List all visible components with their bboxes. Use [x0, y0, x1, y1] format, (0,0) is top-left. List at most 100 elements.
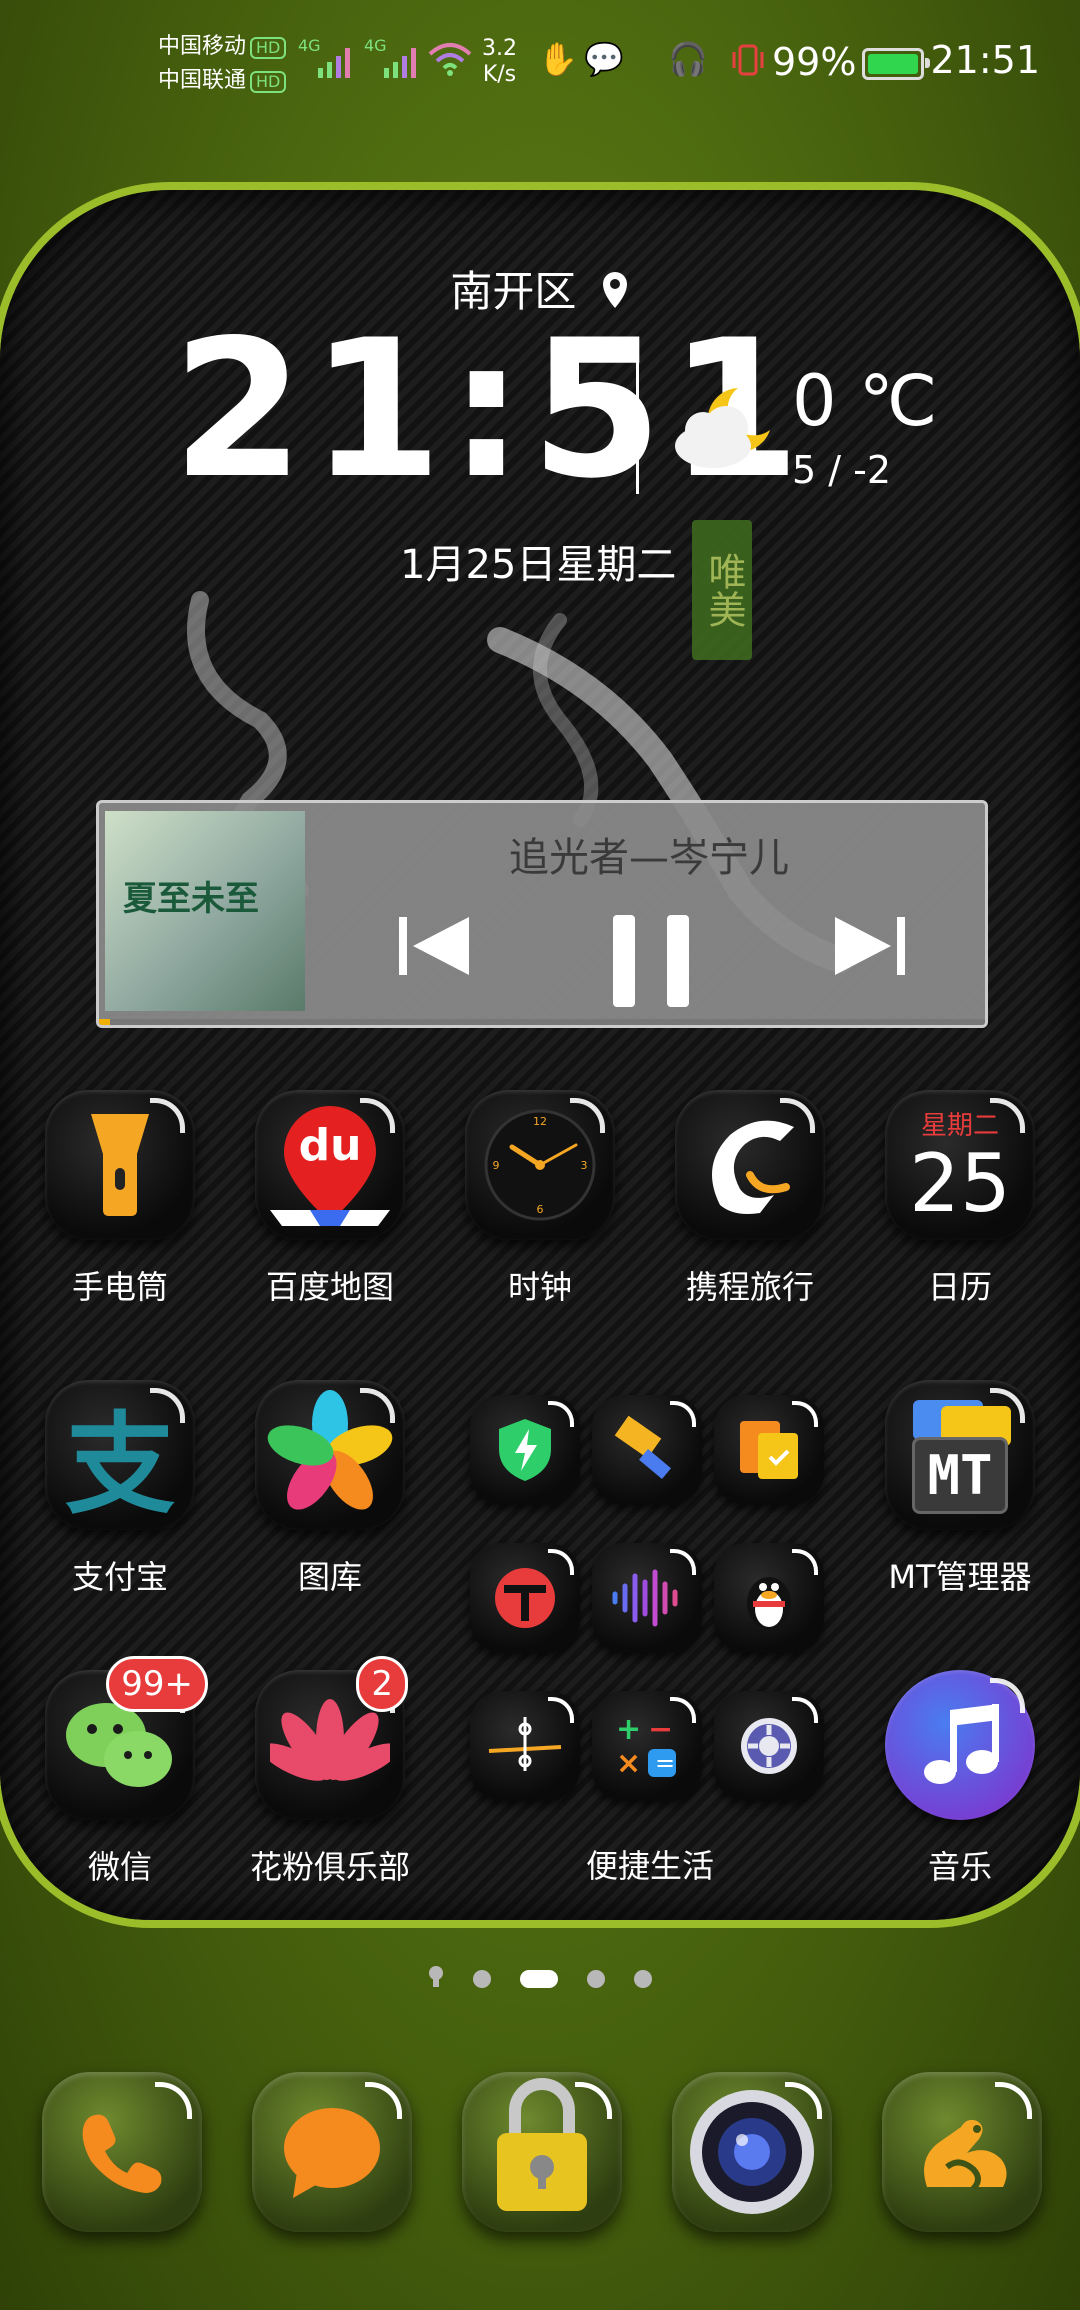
calendar-weekday: 星期二: [920, 1110, 999, 1141]
hd-badge-2: HD: [250, 71, 287, 93]
music-progress-fill: [99, 1019, 110, 1025]
partly-cloudy-night-icon: [675, 388, 770, 468]
calculator-icon: + − × =: [592, 1691, 702, 1801]
calendar-day: 25: [909, 1136, 1011, 1230]
settings-gear-icon: [714, 1691, 824, 1801]
previous-button[interactable]: [395, 911, 475, 994]
album-cover[interactable]: 夏至未至: [105, 811, 305, 1011]
cleaner-icon: [592, 1395, 702, 1505]
dock-messages[interactable]: [252, 2072, 412, 2232]
speed-value: 3.2: [482, 36, 517, 61]
page-dot[interactable]: [634, 1970, 653, 1988]
svg-text:−: −: [648, 1712, 673, 1747]
carrier-info: 中国移动 HD 中国联通 HD: [158, 30, 287, 98]
dock-camera[interactable]: [672, 2072, 832, 2232]
status-time: 21:51: [930, 38, 1040, 82]
app-label: 手电筒: [71, 1268, 168, 1306]
clock-icon: 12 3 6 9: [465, 1090, 615, 1240]
temperature-range: 5 / -2: [792, 448, 892, 492]
pause-button[interactable]: [607, 911, 697, 1024]
carrier-2: 中国联通: [158, 68, 247, 93]
widget-divider: [636, 338, 639, 494]
app-clock[interactable]: 12 3 6 9 时钟: [460, 1090, 620, 1308]
dock-phone[interactable]: [42, 2072, 202, 2232]
app-calendar[interactable]: 星期二 25 日历: [880, 1090, 1040, 1308]
battery-icon: [862, 48, 930, 80]
headphones-icon: 🎧: [668, 40, 708, 78]
dock-uc-browser[interactable]: [882, 2072, 1042, 2232]
app-label: 百度地图: [265, 1268, 394, 1306]
baidu-logo: du: [298, 1120, 362, 1171]
next-button[interactable]: [829, 911, 909, 994]
app-label: 日历: [927, 1268, 992, 1306]
svg-text:6: 6: [537, 1203, 544, 1216]
tencent-news-icon: [470, 1543, 580, 1653]
widget-date[interactable]: 1月25日星期二: [400, 532, 676, 590]
page-dot[interactable]: [472, 1970, 491, 1988]
signal-icon-2: [384, 44, 424, 82]
app-flashlight[interactable]: 手电筒: [40, 1090, 200, 1308]
alipay-icon: 支: [45, 1380, 195, 1530]
previous-icon: [399, 917, 469, 975]
hand-icon: ✋: [538, 40, 578, 78]
music-widget[interactable]: 夏至未至 追光者—岑宁儿: [96, 800, 988, 1028]
app-huafen[interactable]: 2 花粉俱乐部: [250, 1656, 410, 1888]
page-dot[interactable]: [587, 1970, 606, 1988]
app-baidu-map[interactable]: du 百度地图: [250, 1090, 410, 1308]
app-label: 音乐: [927, 1848, 992, 1886]
vibrate-icon: [730, 42, 766, 82]
signal-icon-1: [318, 44, 358, 82]
qq-penguin-icon: [714, 1543, 824, 1653]
wifi-icon: [428, 40, 472, 80]
page-indicator[interactable]: [0, 1965, 1080, 1993]
svg-text:12: 12: [533, 1115, 547, 1128]
mt-logo: MT: [912, 1436, 1008, 1514]
carrier-1: 中国移动: [158, 34, 247, 59]
svg-text:+: +: [616, 1712, 641, 1747]
messages-icon: [284, 2108, 380, 2198]
app-wechat[interactable]: 99+ 微信: [40, 1656, 208, 1888]
home-dot-icon: [426, 1965, 446, 1993]
flashlight-icon: [45, 1090, 195, 1240]
baidu-map-icon: du: [255, 1090, 405, 1240]
svg-text:×: ×: [616, 1746, 641, 1781]
wechat-notification-icon: 💬: [584, 40, 624, 78]
app-label: 图库: [297, 1558, 362, 1596]
app-mt-manager[interactable]: MT MT管理器: [880, 1380, 1040, 1598]
app-alipay[interactable]: 支 支付宝: [40, 1380, 200, 1598]
network-speed: 3.2 K/s: [482, 36, 517, 88]
app-label: 时钟: [507, 1268, 572, 1306]
file-manager-icon: [714, 1395, 824, 1505]
uc-browser-icon: [924, 2119, 1007, 2192]
app-gallery[interactable]: 图库: [250, 1380, 410, 1598]
status-bar: 中国移动 HD 中国联通 HD 4G 4G 3.2 K/s ✋ 💬 🎧 99% 21:…: [0, 0, 1080, 120]
song-title: 追光者—岑宁儿: [509, 835, 789, 881]
music-progress[interactable]: [99, 1019, 985, 1025]
app-ctrip[interactable]: 携程旅行: [670, 1090, 830, 1308]
camera-icon: [690, 2090, 814, 2214]
app-label: 携程旅行: [685, 1268, 814, 1306]
dolphin-icon: [675, 1090, 825, 1240]
album-cover-title: 夏至未至: [123, 879, 259, 919]
next-icon: [835, 917, 905, 975]
notification-badge: 99+: [106, 1656, 208, 1712]
app-music[interactable]: 音乐: [880, 1670, 1040, 1888]
notification-badge: 2: [356, 1656, 408, 1712]
app-label: 微信: [87, 1848, 152, 1886]
calendar-icon: 星期二 25: [885, 1090, 1035, 1240]
page-dot-active[interactable]: [520, 1970, 558, 1988]
phone-icon: [82, 2114, 162, 2193]
dock-lock[interactable]: [462, 2072, 622, 2232]
svg-text:9: 9: [493, 1159, 500, 1172]
folder-convenient-life[interactable]: + − × = 便捷生活: [460, 1395, 840, 1895]
lock-icon: [497, 2078, 587, 2211]
pause-icon: [613, 915, 689, 1007]
sound-wave-icon: [592, 1543, 702, 1653]
shield-icon: [470, 1395, 580, 1505]
seal-stamp: 唯美: [692, 520, 752, 660]
folder-label: 便捷生活: [585, 1847, 714, 1885]
level-tool-icon: [470, 1691, 580, 1801]
svg-text:=: =: [655, 1749, 675, 1777]
mt-manager-icon: MT: [885, 1380, 1035, 1530]
temperature[interactable]: 0 ℃: [792, 360, 937, 442]
